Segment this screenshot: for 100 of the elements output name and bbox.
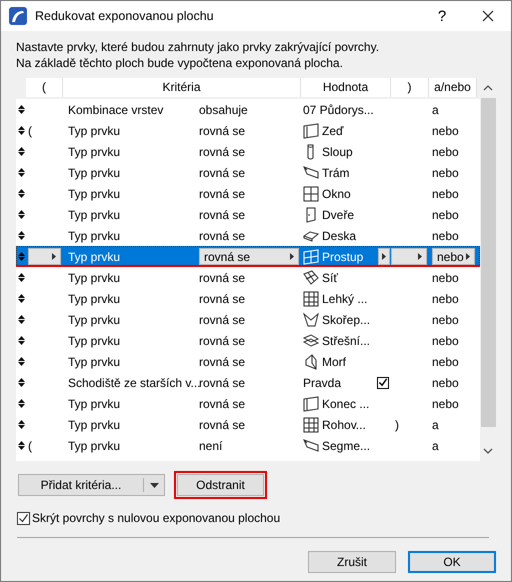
table-cell: 07 Půdorys... bbox=[303, 102, 374, 116]
table-row[interactable]: Typ prvku rovná se Konec ... nebo bbox=[16, 393, 480, 414]
parenthesis-dropdown[interactable] bbox=[391, 248, 427, 265]
table-cell: nebo bbox=[432, 292, 459, 306]
column-header[interactable]: a/nebo bbox=[429, 78, 477, 97]
table-row[interactable]: Typ prvku rovná se Rohov... ) a bbox=[16, 414, 480, 435]
table-cell: nebo bbox=[432, 186, 459, 200]
table-cell: nebo bbox=[432, 334, 459, 348]
table-cell: Okno bbox=[322, 186, 351, 200]
column-header[interactable]: ( bbox=[26, 78, 63, 97]
table-row[interactable]: Typ prvku rovná se Morf nebo bbox=[16, 351, 480, 372]
table-cell: Schodiště ze starších v... bbox=[68, 376, 200, 390]
table-row[interactable]: Typ prvku rovná se Prostup nebo bbox=[16, 246, 480, 267]
table-cell: Typ prvku bbox=[68, 334, 120, 348]
table-cell: Segme... bbox=[322, 438, 370, 452]
drag-handle-icon[interactable] bbox=[18, 252, 24, 261]
table-cell: Morf bbox=[322, 354, 346, 368]
drag-handle-icon[interactable] bbox=[18, 336, 24, 345]
column-header[interactable]: ) bbox=[391, 78, 429, 97]
drag-handle-icon[interactable] bbox=[18, 105, 24, 114]
table-cell: Typ prvku bbox=[68, 228, 120, 242]
table-row[interactable]: Typ prvku rovná se Síť nebo bbox=[16, 267, 480, 288]
table-row[interactable]: Schodiště ze starších v...rovná se Pravda nebo bbox=[16, 372, 480, 393]
add-criteria-button[interactable]: Přidat kritéria... bbox=[18, 474, 165, 496]
description-text: Nastavte prvky, které budou zahrnuty jako prvky zakrývající povrchy. bbox=[16, 39, 380, 55]
table-cell: nebo bbox=[432, 312, 459, 326]
drag-handle-icon[interactable] bbox=[18, 441, 24, 450]
caret-icon[interactable] bbox=[150, 482, 158, 488]
drag-handle-icon[interactable] bbox=[18, 357, 24, 366]
operator-dropdown[interactable]: rovná se bbox=[199, 248, 299, 265]
column-header[interactable]: Hodnota bbox=[301, 78, 391, 97]
morph-icon bbox=[303, 354, 319, 370]
grid-icon bbox=[303, 416, 319, 432]
table-cell: Typ prvku bbox=[68, 124, 120, 138]
table-cell: rovná se bbox=[199, 124, 246, 138]
table-cell: Zeď bbox=[322, 124, 344, 138]
drag-handle-icon[interactable] bbox=[18, 147, 24, 156]
table-cell: Pravda bbox=[303, 376, 342, 390]
table-row[interactable]: Typ prvku rovná se Skořep... nebo bbox=[16, 309, 480, 330]
table-row[interactable]: ( Typ prvku rovná se Zeď nebo bbox=[16, 120, 480, 141]
table-cell: Typ prvku bbox=[68, 418, 120, 432]
ok-button[interactable]: OK bbox=[408, 551, 496, 573]
remove-button[interactable]: Odstranit bbox=[177, 474, 264, 496]
logic-dropdown[interactable]: nebo bbox=[432, 248, 475, 265]
drag-handle-icon[interactable] bbox=[18, 294, 24, 303]
table-cell: ( bbox=[28, 438, 32, 452]
help-button[interactable]: ? bbox=[419, 1, 465, 31]
table-row[interactable]: Typ prvku rovná se Okno nebo bbox=[16, 183, 480, 204]
cancel-button[interactable]: Zrušit bbox=[308, 551, 396, 573]
table-cell: a bbox=[432, 418, 439, 432]
drag-handle-icon[interactable] bbox=[18, 420, 24, 429]
parenthesis-dropdown[interactable] bbox=[28, 248, 61, 265]
table-cell: rovná se bbox=[199, 334, 246, 348]
table-cell: nebo bbox=[432, 270, 459, 284]
table-row[interactable]: Typ prvku rovná se Sloup nebo bbox=[16, 141, 480, 162]
close-icon bbox=[482, 10, 494, 22]
table-cell: nebo bbox=[432, 354, 459, 368]
drag-handle-icon[interactable] bbox=[18, 168, 24, 177]
drag-handle-icon[interactable] bbox=[18, 189, 24, 198]
drag-handle-icon[interactable] bbox=[18, 210, 24, 219]
checkbox-label[interactable]: Skrýt povrchy s nulovou exponovanou plochou bbox=[32, 511, 280, 525]
drag-handle-icon[interactable] bbox=[18, 378, 24, 387]
app-logo-icon bbox=[9, 7, 27, 25]
beam-icon bbox=[303, 438, 319, 454]
table-row[interactable]: Typ prvku rovná se Střešní... nebo bbox=[16, 330, 480, 351]
table-cell: nebo bbox=[432, 228, 459, 242]
table-row[interactable]: ( Typ prvku není Segme... a bbox=[16, 435, 480, 456]
table-row[interactable]: Typ prvku rovná se Deska nebo bbox=[16, 225, 480, 246]
column-header[interactable]: Kritéria bbox=[63, 78, 301, 97]
table-cell: není bbox=[199, 438, 222, 452]
scroll-up-icon[interactable] bbox=[483, 85, 493, 91]
table-cell: a bbox=[432, 438, 439, 452]
drag-handle-icon[interactable] bbox=[18, 273, 24, 282]
table-cell: Síť bbox=[322, 270, 338, 284]
table-cell: rovná se bbox=[199, 208, 246, 222]
caret-icon bbox=[466, 253, 470, 260]
table-cell: rovná se bbox=[199, 228, 246, 242]
table-cell: ( bbox=[28, 124, 32, 138]
table-row[interactable]: Typ prvku rovná se Trám nebo bbox=[16, 162, 480, 183]
table-cell: Typ prvku bbox=[68, 270, 120, 284]
drag-handle-icon[interactable] bbox=[18, 315, 24, 324]
table-cell: nebo bbox=[432, 208, 459, 222]
table-cell: rovná se bbox=[199, 166, 246, 180]
checkbox[interactable] bbox=[17, 512, 30, 524]
window-title: Redukovat exponovanou plochu bbox=[35, 9, 215, 23]
table-row[interactable]: Kombinace vrstev obsahuje 07 Půdorys... a bbox=[16, 99, 480, 120]
table-cell: Typ prvku bbox=[68, 186, 120, 200]
drag-handle-icon[interactable] bbox=[18, 231, 24, 240]
scroll-down-icon[interactable] bbox=[483, 448, 493, 454]
opening-icon bbox=[303, 248, 319, 264]
table-row[interactable]: Typ prvku rovná se Dveře nebo bbox=[16, 204, 480, 225]
table-row[interactable]: Typ prvku rovná se Lehký ... nebo bbox=[16, 288, 480, 309]
drag-handle-icon[interactable] bbox=[18, 126, 24, 135]
caret-icon bbox=[52, 253, 56, 260]
value-dropdown-button[interactable] bbox=[378, 248, 390, 265]
table-cell: nebo bbox=[432, 144, 459, 158]
table-cell: rovná se bbox=[199, 270, 246, 284]
table-cell: Typ prvku bbox=[68, 312, 120, 326]
drag-handle-icon[interactable] bbox=[18, 399, 24, 408]
value-checkbox[interactable] bbox=[377, 376, 389, 388]
